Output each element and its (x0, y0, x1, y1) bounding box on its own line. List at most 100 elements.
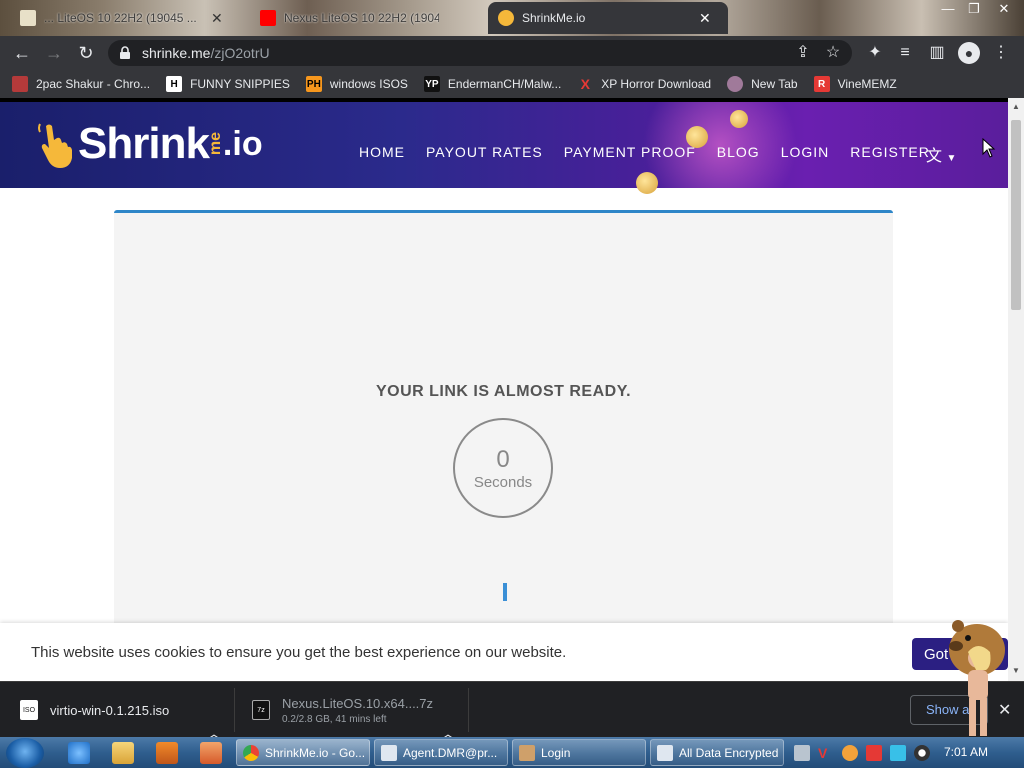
bookmark-endermanch[interactable]: YP EndermanCH/Malw... (423, 76, 562, 92)
taskbar-chrome[interactable]: ShrinkMe.io - Go... (236, 739, 370, 766)
download-name: Nexus.LiteOS.10.x64....7z (282, 695, 434, 711)
task-label: All Data Encrypted (679, 745, 779, 760)
site-nav: HOME PAYOUT RATES PAYMENT PROOF BLOG LOG… (359, 144, 951, 160)
logo-me: me (206, 132, 224, 156)
tab-strip: ... LiteOS 10 22H2 (19045 ... ✕ Nexus Li… (0, 0, 1024, 36)
folder-icon[interactable] (112, 742, 134, 764)
logo-word: Shrink (78, 119, 210, 168)
page-favicon-icon (20, 10, 36, 26)
chrome-icon (243, 744, 259, 761)
paint-icon[interactable] (200, 742, 222, 764)
address-bar[interactable]: shrinke.me/zjO2otrU ⇪ ☆ (108, 40, 852, 66)
network-tray-icon[interactable] (890, 745, 906, 761)
media-player-icon[interactable] (156, 742, 178, 764)
close-icon[interactable]: ✕ (211, 10, 223, 27)
close-icon[interactable]: ✕ (998, 700, 1011, 720)
task-label: Login (541, 745, 571, 760)
avatar-icon (727, 76, 744, 92)
chevron-down-icon: ▼ (946, 153, 957, 164)
download-item[interactable]: ISO virtio-win-0.1.215.iso (20, 682, 169, 738)
divider (468, 688, 469, 732)
media-icon[interactable]: ≡ (894, 42, 916, 64)
x-logo-icon: X (580, 76, 590, 92)
timer-value: 0 (496, 446, 510, 473)
search-tray-icon[interactable] (842, 745, 858, 761)
nav-blog[interactable]: BLOG (717, 144, 760, 160)
page-scrollbar[interactable]: ▲ ▼ (1008, 98, 1024, 681)
screen: ... LiteOS 10 22H2 (19045 ... ✕ Nexus Li… (0, 0, 1024, 768)
windows-taskbar: ShrinkMe.io - Go... Agent.DMR@pr... Logi… (0, 737, 1024, 768)
bookmark-funny-snippies[interactable]: H FUNNY SNIPPIES (166, 76, 290, 92)
window-icon (657, 744, 673, 761)
close-window-icon[interactable]: ✕ (992, 0, 1016, 20)
taskbar-all-data-encrypted[interactable]: All Data Encrypted (650, 739, 784, 766)
bookmark-label: 2pac Shakur - Chro... (36, 77, 151, 91)
scrollbar-thumb[interactable] (1011, 120, 1021, 310)
nav-home[interactable]: HOME (359, 144, 405, 160)
bookmark-label: VineMEMZ (837, 77, 897, 91)
side-panel-icon[interactable]: ▥ (926, 42, 948, 64)
hand-pointer-icon (38, 123, 72, 168)
url-text: shrinke.me/zjO2otrU (142, 45, 270, 61)
hand-icon (498, 10, 514, 26)
nav-login[interactable]: LOGIN (781, 144, 830, 160)
tray-icon[interactable] (794, 745, 810, 761)
tab-liteos[interactable]: ... LiteOS 10 22H2 (19045 ... ✕ (10, 2, 233, 34)
language-selector[interactable]: 文 ▼ (926, 142, 966, 165)
bookmark-label: New Tab (751, 77, 798, 91)
tab-shrinkme[interactable]: ShrinkMe.io ✕ (488, 2, 728, 34)
cookie-banner: This website uses cookies to ensure you … (0, 623, 1008, 681)
yp-logo-icon: YP (423, 76, 440, 92)
user-icon (519, 744, 535, 761)
bookmark-label: windows ISOS (329, 77, 408, 91)
star-icon[interactable]: ☆ (822, 42, 844, 64)
window-icon (381, 744, 397, 761)
nav-payment-proof[interactable]: PAYMENT PROOF (564, 144, 696, 160)
reload-icon[interactable]: ↻ (74, 41, 98, 65)
download-shelf: ISO virtio-win-0.1.215.iso ︿ 7z Nexus.Li… (0, 681, 1024, 743)
start-button[interactable] (6, 738, 44, 768)
bookmark-xp-horror[interactable]: X XP Horror Download (577, 76, 712, 92)
youtube-icon (260, 10, 276, 26)
download-status: 0.2/2.8 GB, 41 mins left (282, 713, 387, 725)
link-card: YOUR LINK IS ALMOST READY. 0 Seconds (114, 210, 893, 681)
character-figure-icon (968, 646, 991, 736)
extensions-icon[interactable]: ✦ (864, 42, 886, 64)
profile-icon[interactable]: ● (958, 42, 980, 64)
h-logo-icon: H (166, 76, 183, 92)
tab-nexus[interactable]: Nexus LiteOS 10 22H2 (19045 ... (250, 2, 449, 34)
minimize-icon[interactable]: — (936, 0, 960, 20)
scroll-down-icon[interactable]: ▼ (1012, 666, 1020, 675)
coin-icon (636, 172, 658, 194)
bookmark-2pac[interactable]: 2pac Shakur - Chro... (12, 76, 150, 92)
taskbar-clock[interactable]: 7:01 AM (944, 745, 988, 759)
v-tray-icon[interactable]: V (818, 745, 834, 761)
download-item[interactable]: 7z Nexus.LiteOS.10.x64....7z 0.2/2.8 GB,… (252, 682, 433, 738)
scroll-up-icon[interactable]: ▲ (1012, 102, 1020, 111)
music-icon (12, 76, 28, 92)
taskbar-agent[interactable]: Agent.DMR@pr... (374, 739, 508, 766)
share-icon[interactable]: ⇪ (792, 42, 814, 64)
forward-icon[interactable]: → (42, 41, 66, 65)
mouse-cursor-icon (982, 138, 996, 158)
taskbar-login[interactable]: Login (512, 739, 646, 766)
shrinkme-logo[interactable]: Shrink me .io (36, 118, 263, 170)
bookmark-vinememz[interactable]: R VineMEMZ (813, 76, 897, 92)
flag-tray-icon[interactable] (866, 745, 882, 761)
nav-register[interactable]: REGISTER (850, 144, 930, 160)
nav-payout-rates[interactable]: PAYOUT RATES (426, 144, 543, 160)
bookmark-new-tab[interactable]: New Tab (727, 76, 798, 92)
volume-tray-icon[interactable] (914, 745, 930, 761)
internet-explorer-icon[interactable] (68, 742, 90, 764)
task-label: ShrinkMe.io - Go... (265, 745, 366, 760)
bookmark-label: EndermanCH/Malw... (447, 77, 562, 91)
tab-title: Nexus LiteOS 10 22H2 (19045 ... (284, 11, 439, 25)
url-host: shrinke.me (142, 45, 211, 61)
menu-icon[interactable]: ⋮ (990, 42, 1012, 64)
close-icon[interactable]: ✕ (699, 10, 711, 27)
download-name: virtio-win-0.1.215.iso (50, 702, 170, 718)
tab-title: ShrinkMe.io (522, 11, 586, 25)
bookmark-windows-isos[interactable]: PH windows ISOS (305, 76, 408, 92)
restore-icon[interactable]: ❐ (962, 0, 986, 20)
back-icon[interactable]: ← (10, 41, 34, 65)
